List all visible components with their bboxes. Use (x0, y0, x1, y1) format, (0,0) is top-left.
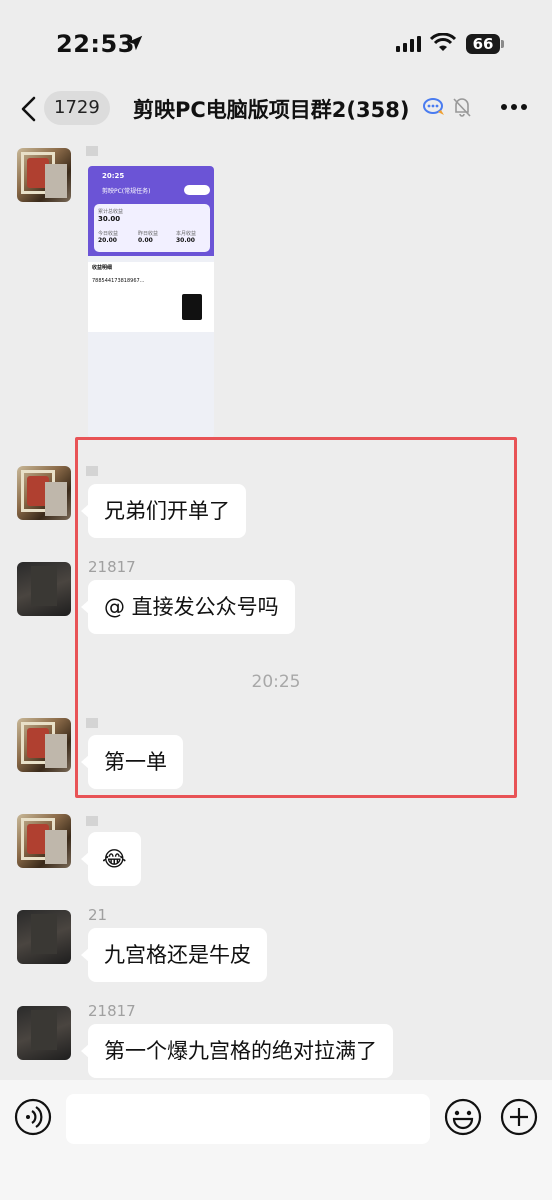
back-chevron-icon[interactable] (18, 96, 40, 122)
preview-total-label: 累计总收益 (98, 209, 124, 215)
sender-nickname: 21817 (88, 1002, 136, 1020)
preview-thumbnail (182, 294, 202, 320)
sender-nickname: 21817 (88, 558, 136, 576)
message-bubble[interactable]: 兄弟们开单了 (81, 484, 246, 538)
preview-c2-value: 0.00 (138, 237, 153, 244)
chat-header: 1729 剪映PC电脑版项目群2(358) (0, 80, 552, 136)
sender-avatar[interactable] (17, 718, 71, 772)
battery-tip (501, 40, 504, 48)
preview-order-id: 788544173818967... (92, 278, 145, 284)
wifi-icon (430, 33, 456, 51)
time-separator: 20:25 (251, 672, 301, 692)
chat-title: 剪映PC电脑版项目群2(358) (133, 98, 410, 122)
sender-avatar[interactable] (17, 910, 71, 964)
sender-nickname-redacted (86, 816, 98, 826)
chat-input-bar (0, 1080, 552, 1200)
message-input[interactable] (66, 1094, 430, 1144)
message-bubble[interactable]: 九宫格还是牛皮 (81, 928, 267, 982)
sender-avatar[interactable] (17, 1006, 71, 1060)
status-time: 22:53 (56, 30, 135, 58)
sender-avatar[interactable] (17, 148, 71, 202)
sender-nickname-redacted (86, 146, 98, 156)
preview-time: 20:25 (102, 172, 125, 180)
message-bubble[interactable]: 第一单 (81, 735, 183, 789)
battery-indicator: 66 (466, 34, 500, 54)
sender-nickname-redacted (86, 466, 98, 476)
emoji-icon[interactable] (444, 1098, 482, 1136)
message-bubble[interactable]: @ 直接发公众号吗 (81, 580, 295, 634)
status-bar: 22:53 66 (0, 0, 552, 88)
preview-list-title: 收益明细 (92, 265, 113, 271)
preview-c3-value: 30.00 (176, 237, 195, 244)
ai-chat-icon[interactable] (422, 96, 446, 118)
mute-bell-icon (453, 98, 471, 117)
preview-c3-label: 本月收益 (176, 231, 197, 237)
preview-capsule (184, 185, 210, 195)
sender-nickname: 21 (88, 906, 108, 924)
image-message[interactable]: 20:25 剪映PC(常规任务) 累计总收益 30.00 今日收益 20.00 … (88, 166, 214, 438)
sender-avatar[interactable] (17, 466, 71, 520)
more-options-icon[interactable] (500, 102, 528, 112)
preview-c1-value: 20.00 (98, 237, 117, 244)
chat-message-list[interactable]: 20:25 剪映PC(常规任务) 累计总收益 30.00 今日收益 20.00 … (0, 136, 552, 1080)
preview-total-value: 30.00 (98, 215, 121, 223)
message-bubble[interactable]: 第一个爆九宫格的绝对拉满了 (81, 1024, 393, 1078)
preview-earnings-card: 累计总收益 30.00 今日收益 20.00 昨日收益 0.00 本月收益 30… (94, 204, 210, 252)
sender-avatar[interactable] (17, 562, 71, 616)
plus-icon[interactable] (500, 1098, 538, 1136)
signal-icon (396, 36, 421, 52)
preview-title: 剪映PC(常规任务) (102, 188, 151, 195)
emoji-message-bubble[interactable]: 😂 (81, 832, 141, 886)
voice-input-icon[interactable] (14, 1098, 52, 1136)
preview-c1-label: 今日收益 (98, 231, 119, 237)
unread-count-badge[interactable]: 1729 (44, 91, 110, 125)
sender-nickname-redacted (86, 718, 98, 728)
sender-avatar[interactable] (17, 814, 71, 868)
location-icon (127, 35, 143, 51)
preview-c2-label: 昨日收益 (138, 231, 159, 237)
